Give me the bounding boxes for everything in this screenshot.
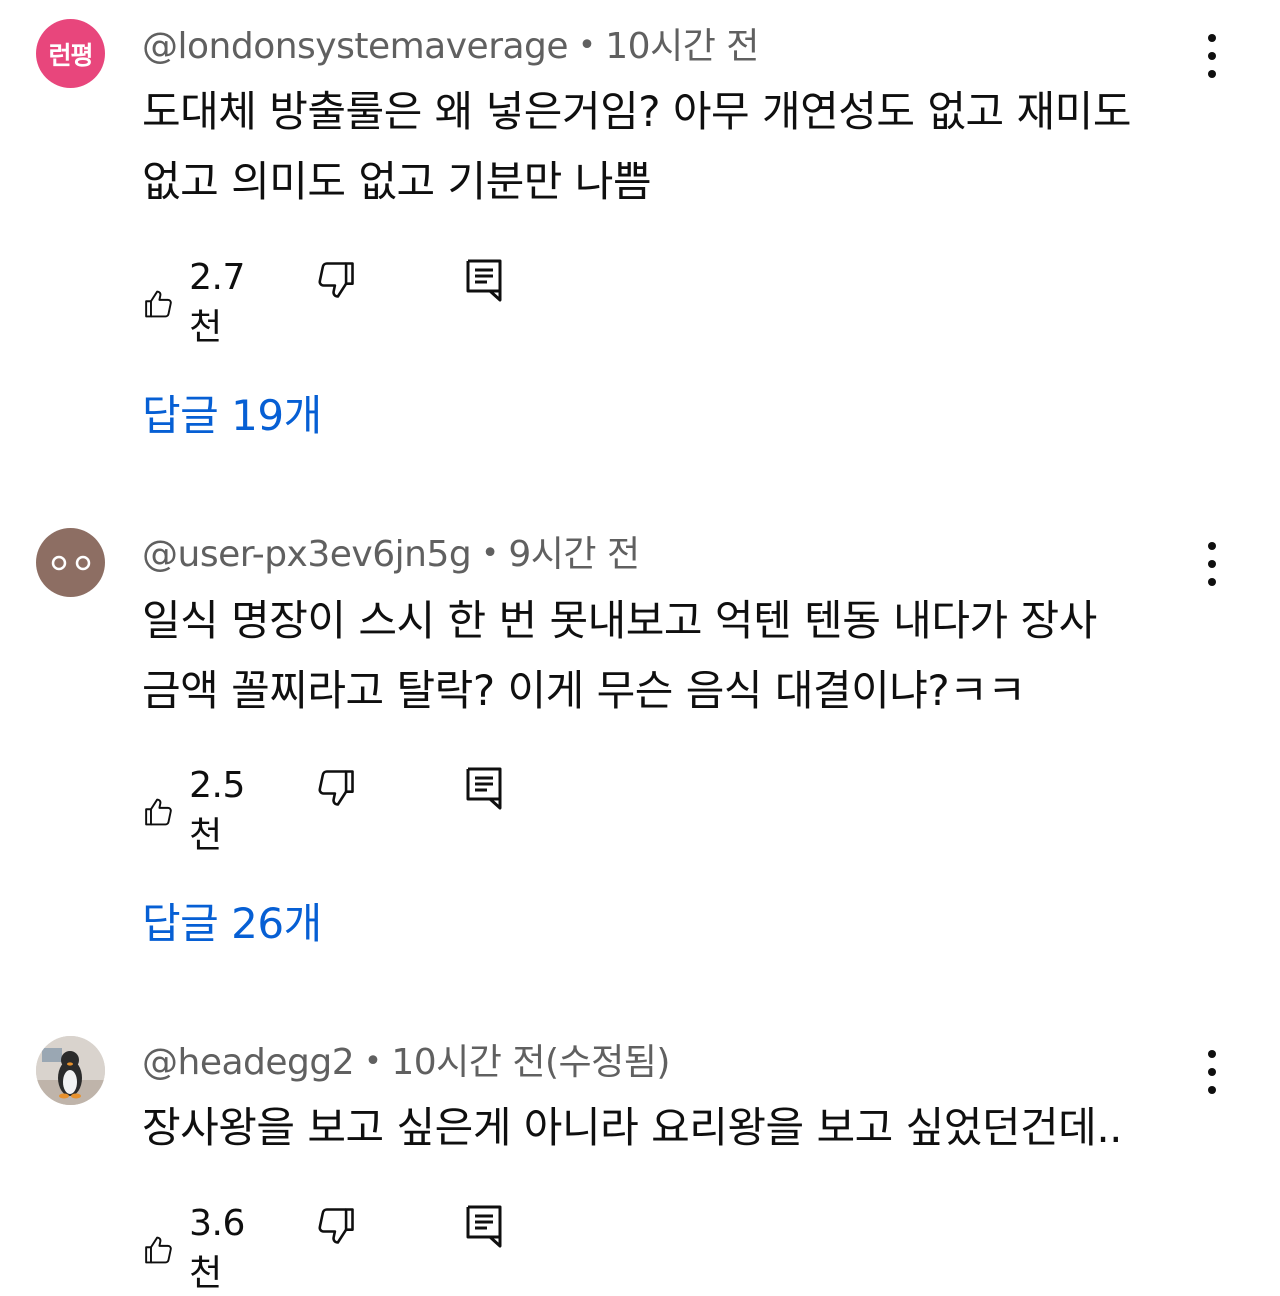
thumbs-up-icon[interactable] [142,1227,175,1273]
author-handle[interactable]: @user-px3ev6jn5g [142,534,472,575]
comment-text: 도대체 방출룰은 왜 넣은거임? 아무 개연성도 없고 재미도 없고 의미도 없… [142,77,1222,217]
reply-icon[interactable] [464,1203,504,1249]
like-button[interactable]: 3.6천 [142,1203,256,1296]
like-button[interactable]: 2.7천 [142,257,256,350]
avatar-initials: 런평 [48,40,93,70]
reply-icon[interactable] [464,257,504,303]
thumbs-down-icon[interactable] [314,257,358,303]
reply-button[interactable] [464,1203,504,1249]
avatar[interactable] [36,1036,105,1105]
comment-line: 도대체 방출룰은 왜 넣은거임? 아무 개연성도 없고 재미도 [142,87,1131,136]
reply-icon[interactable] [464,765,504,811]
dislike-button[interactable] [314,1203,358,1249]
comment-time: 10시간 전(수정됨) [391,1042,670,1083]
more-vert-icon[interactable] [1200,1050,1224,1094]
more-vert-icon[interactable] [1200,542,1224,586]
comment-line: 없고 의미도 없고 기분만 나쁨 [142,157,652,206]
reply-button[interactable] [464,765,504,811]
dislike-button[interactable] [314,765,358,811]
comment-line: 장사왕을 보고 싶은게 아니라 요리왕을 보고 싶었던건데.. [142,1103,1123,1152]
comment-text: 장사왕을 보고 싶은게 아니라 요리왕을 보고 싶었던건데.. [142,1093,1222,1163]
comment-header: @user-px3ev6jn5g • 9시간 전 [142,533,640,579]
like-count: 2.7천 [189,257,245,348]
like-button[interactable]: 2.5천 [142,765,256,858]
avatar[interactable]: 런평 [36,19,105,88]
separator-dot: • [578,28,596,63]
separator-dot: • [481,536,499,571]
separator-dot: • [364,1044,382,1079]
avatar[interactable] [36,528,105,597]
replies-link[interactable]: 답글 19개 [142,382,322,443]
dislike-button[interactable] [314,257,358,303]
like-count: 2.5천 [189,765,245,856]
comment-line: 일식 명장이 스시 한 번 못내보고 억텐 텐동 내다가 장사 [142,596,1097,645]
replies-link[interactable]: 답글 26개 [142,890,322,951]
thumbs-up-icon[interactable] [142,789,175,835]
comment-line: 금액 꼴찌라고 탈락? 이게 무슨 음식 대결이냐?ㅋㅋ [142,666,1026,715]
comment-header: @headegg2 • 10시간 전(수정됨) [142,1041,670,1087]
more-vert-icon[interactable] [1200,34,1224,78]
comment-time: 10시간 전 [605,26,759,67]
author-handle[interactable]: @headegg2 [142,1042,355,1083]
comment-header: @londonsystemaverage • 10시간 전 [142,25,759,71]
thumbs-up-icon[interactable] [142,281,175,327]
reply-button[interactable] [464,257,504,303]
comment-text: 일식 명장이 스시 한 번 못내보고 억텐 텐동 내다가 장사 금액 꼴찌라고 … [142,586,1222,726]
thumbs-down-icon[interactable] [314,765,358,811]
author-handle[interactable]: @londonsystemaverage [142,26,569,67]
like-count: 3.6천 [189,1203,245,1294]
avatar-face-icon [51,555,90,570]
penguin-avatar-icon [36,1036,105,1105]
thumbs-down-icon[interactable] [314,1203,358,1249]
comment-time: 9시간 전 [508,534,640,575]
